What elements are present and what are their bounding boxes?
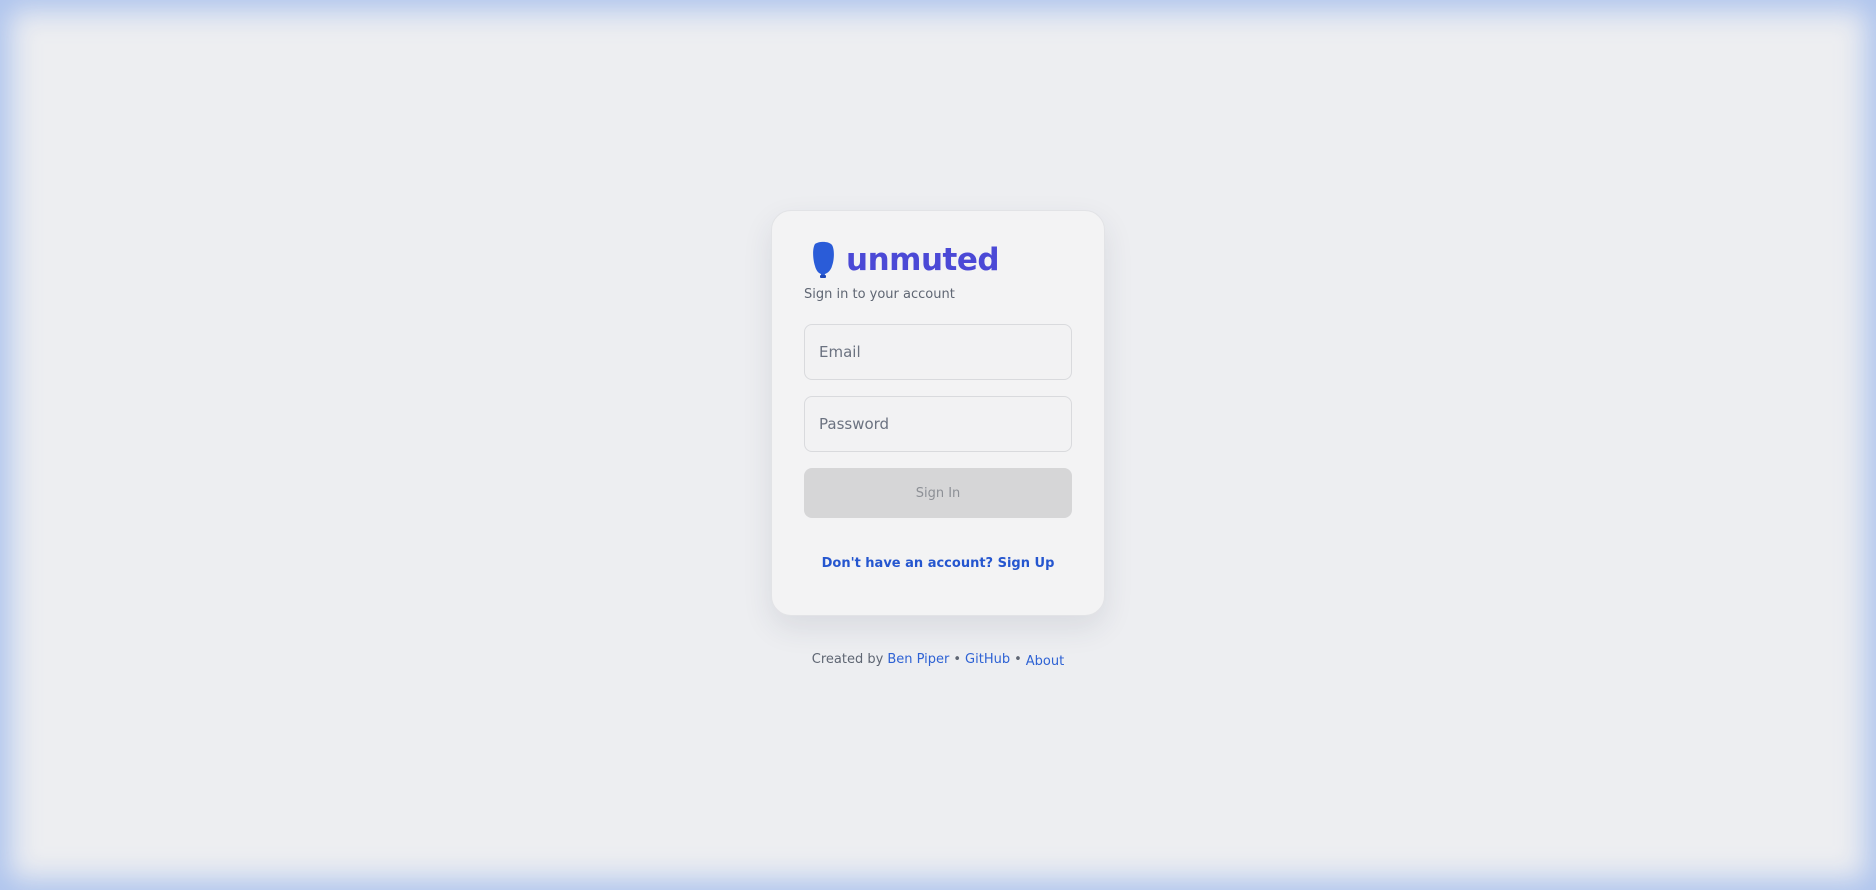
- signup-row: Don't have an account? Sign Up: [804, 552, 1072, 571]
- brand-name: unmuted: [846, 241, 1000, 278]
- footer-created-by: Created by: [811, 652, 884, 667]
- sign-up-link[interactable]: Don't have an account? Sign Up: [822, 556, 1055, 571]
- password-field[interactable]: [804, 396, 1072, 452]
- footer-separator: •: [953, 652, 962, 667]
- author-link[interactable]: Ben Piper: [887, 652, 949, 667]
- footer-separator: •: [1014, 652, 1022, 667]
- footer: Created by Ben Piper • GitHub • About: [811, 652, 1064, 669]
- sign-in-button[interactable]: Sign In: [804, 468, 1072, 518]
- login-card: unmuted Sign in to your account Sign In …: [771, 210, 1105, 616]
- github-link[interactable]: GitHub: [965, 652, 1010, 667]
- email-field[interactable]: [804, 324, 1072, 380]
- brand-header: unmuted: [810, 241, 1072, 279]
- about-link[interactable]: About: [1026, 654, 1064, 669]
- login-subtitle: Sign in to your account: [804, 287, 955, 302]
- microphone-icon: [810, 241, 836, 279]
- login-page: unmuted Sign in to your account Sign In …: [0, 0, 1876, 890]
